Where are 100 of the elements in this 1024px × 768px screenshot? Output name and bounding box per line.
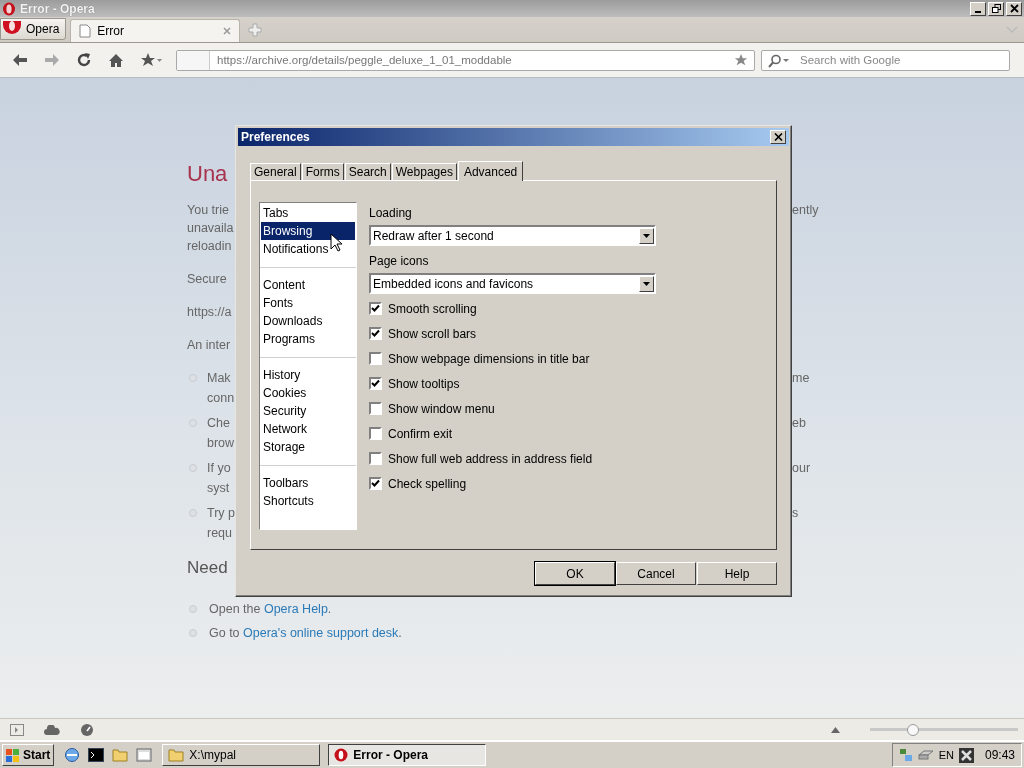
settings-tab[interactable]: Search [344, 163, 391, 180]
checkbox-label: Show full web address in address field [388, 451, 593, 466]
page-text: conn [207, 390, 235, 407]
category-item[interactable]: Browsing [261, 222, 355, 240]
taskbar-button[interactable]: X:\mypal [162, 744, 321, 766]
ok-button[interactable]: OK [535, 562, 615, 585]
category-item[interactable]: Network [261, 420, 355, 438]
page-text: https://a [187, 304, 232, 321]
category-item[interactable]: Cookies [261, 384, 355, 402]
checkbox-label: Show webpage dimensions in title bar [388, 351, 590, 366]
window-icon[interactable] [136, 748, 153, 762]
restore-icon [991, 4, 1001, 13]
page-text: unavaila [187, 220, 234, 237]
page-text: You trie [187, 202, 229, 219]
cancel-button[interactable]: Cancel [616, 562, 696, 585]
bookmark-star-icon[interactable] [734, 53, 748, 67]
page-text: eb [792, 415, 806, 432]
checkbox[interactable] [369, 327, 382, 340]
dropdown[interactable]: Embedded icons and favicons [369, 273, 656, 294]
close-button[interactable] [770, 130, 786, 144]
dialog-title: Preferences [241, 130, 310, 144]
browser-icon[interactable] [64, 747, 81, 763]
dropdown[interactable]: Redraw after 1 second [369, 225, 656, 246]
category-item[interactable]: Fonts [261, 294, 355, 312]
restore-button[interactable] [988, 1, 1004, 16]
field-label: Loading [369, 206, 413, 220]
category-item[interactable]: Notifications [261, 240, 355, 258]
page-text: Secure [187, 271, 227, 288]
pointer-icon [330, 233, 342, 252]
page-text: s [792, 505, 799, 522]
home-icon[interactable] [108, 52, 124, 68]
checkbox[interactable] [369, 352, 382, 365]
category-item[interactable]: Downloads [261, 312, 355, 330]
minimize-button[interactable] [970, 1, 986, 16]
bullet-icon [189, 629, 197, 637]
start-button[interactable]: Start [2, 744, 55, 766]
panel-toggle-icon[interactable] [10, 723, 24, 736]
category-item[interactable]: Toolbars [261, 474, 355, 492]
address-field[interactable]: https://archive.org/details/peggle_deluxe_1_01_moddable [176, 49, 755, 71]
bullet-icon [189, 605, 197, 613]
page-heading: Una [187, 162, 228, 186]
back-icon[interactable] [12, 53, 28, 67]
reload-icon[interactable] [76, 52, 92, 68]
category-item[interactable]: Tabs [261, 204, 355, 222]
category-item[interactable]: Storage [261, 438, 355, 456]
settings-tab[interactable]: General [250, 163, 301, 180]
category-item[interactable]: Programs [261, 330, 355, 348]
checkbox-label: Show window menu [388, 401, 495, 416]
window-title: Error - Opera [20, 1, 95, 16]
settings-tab[interactable]: Advanced [457, 161, 524, 181]
cloud-icon[interactable] [44, 724, 60, 735]
drive-icon[interactable] [917, 750, 934, 760]
network-icon[interactable] [898, 748, 913, 762]
opera-logo-icon [2, 1, 16, 16]
page-text: reloadin [187, 238, 232, 255]
search-field[interactable]: Search with Google [761, 49, 1010, 71]
page-text: brow [207, 435, 235, 452]
opera-logo-icon [334, 748, 349, 762]
opera-menu-button[interactable]: Opera [0, 18, 67, 40]
star-icon[interactable] [140, 52, 162, 68]
page-text: syst [207, 480, 230, 497]
close-button[interactable] [1006, 1, 1022, 16]
checkbox[interactable] [369, 302, 382, 315]
category-item[interactable]: History [261, 366, 355, 384]
page-icon [79, 24, 92, 38]
page-text: If yo [207, 460, 231, 477]
checkbox[interactable] [369, 402, 382, 415]
checkbox[interactable] [369, 477, 382, 490]
settings-tab[interactable]: Webpages [391, 163, 457, 180]
bullet-icon [189, 509, 197, 517]
slider-thumb[interactable] [906, 723, 919, 736]
help-button[interactable]: Help [697, 562, 777, 585]
field-label: Page icons [369, 254, 430, 268]
category-item[interactable]: Content [261, 276, 355, 294]
search-icon [768, 53, 790, 68]
checkbox[interactable] [369, 452, 382, 465]
minimize-icon [975, 10, 981, 13]
category-item[interactable]: Shortcuts [261, 492, 355, 510]
browser-tab[interactable]: Error [70, 19, 241, 42]
checkbox-label: Confirm exit [388, 426, 453, 441]
page-text: Try p [207, 505, 235, 522]
page-text: An inter [187, 337, 231, 354]
close-tab-icon[interactable] [223, 27, 232, 35]
page-text: me [792, 370, 810, 387]
checkbox[interactable] [369, 377, 382, 390]
taskbar-button[interactable]: Error - Opera [328, 744, 487, 766]
help-link[interactable]: Opera Help [263, 602, 328, 616]
checkbox[interactable] [369, 427, 382, 440]
speedometer-icon[interactable] [80, 723, 94, 736]
caret-up-icon[interactable] [831, 726, 840, 733]
clock: 09:43 [984, 748, 1015, 762]
settings-tab[interactable]: Forms [301, 163, 344, 180]
folder-icon [168, 748, 185, 762]
terminal-icon[interactable] [88, 748, 105, 762]
close-icon [1009, 4, 1019, 13]
language-indicator[interactable]: EN [938, 749, 954, 761]
cross-icon[interactable] [958, 747, 974, 763]
page-text: our [792, 460, 811, 477]
page-text: requ [207, 525, 233, 542]
category-item[interactable]: Security [261, 402, 355, 420]
